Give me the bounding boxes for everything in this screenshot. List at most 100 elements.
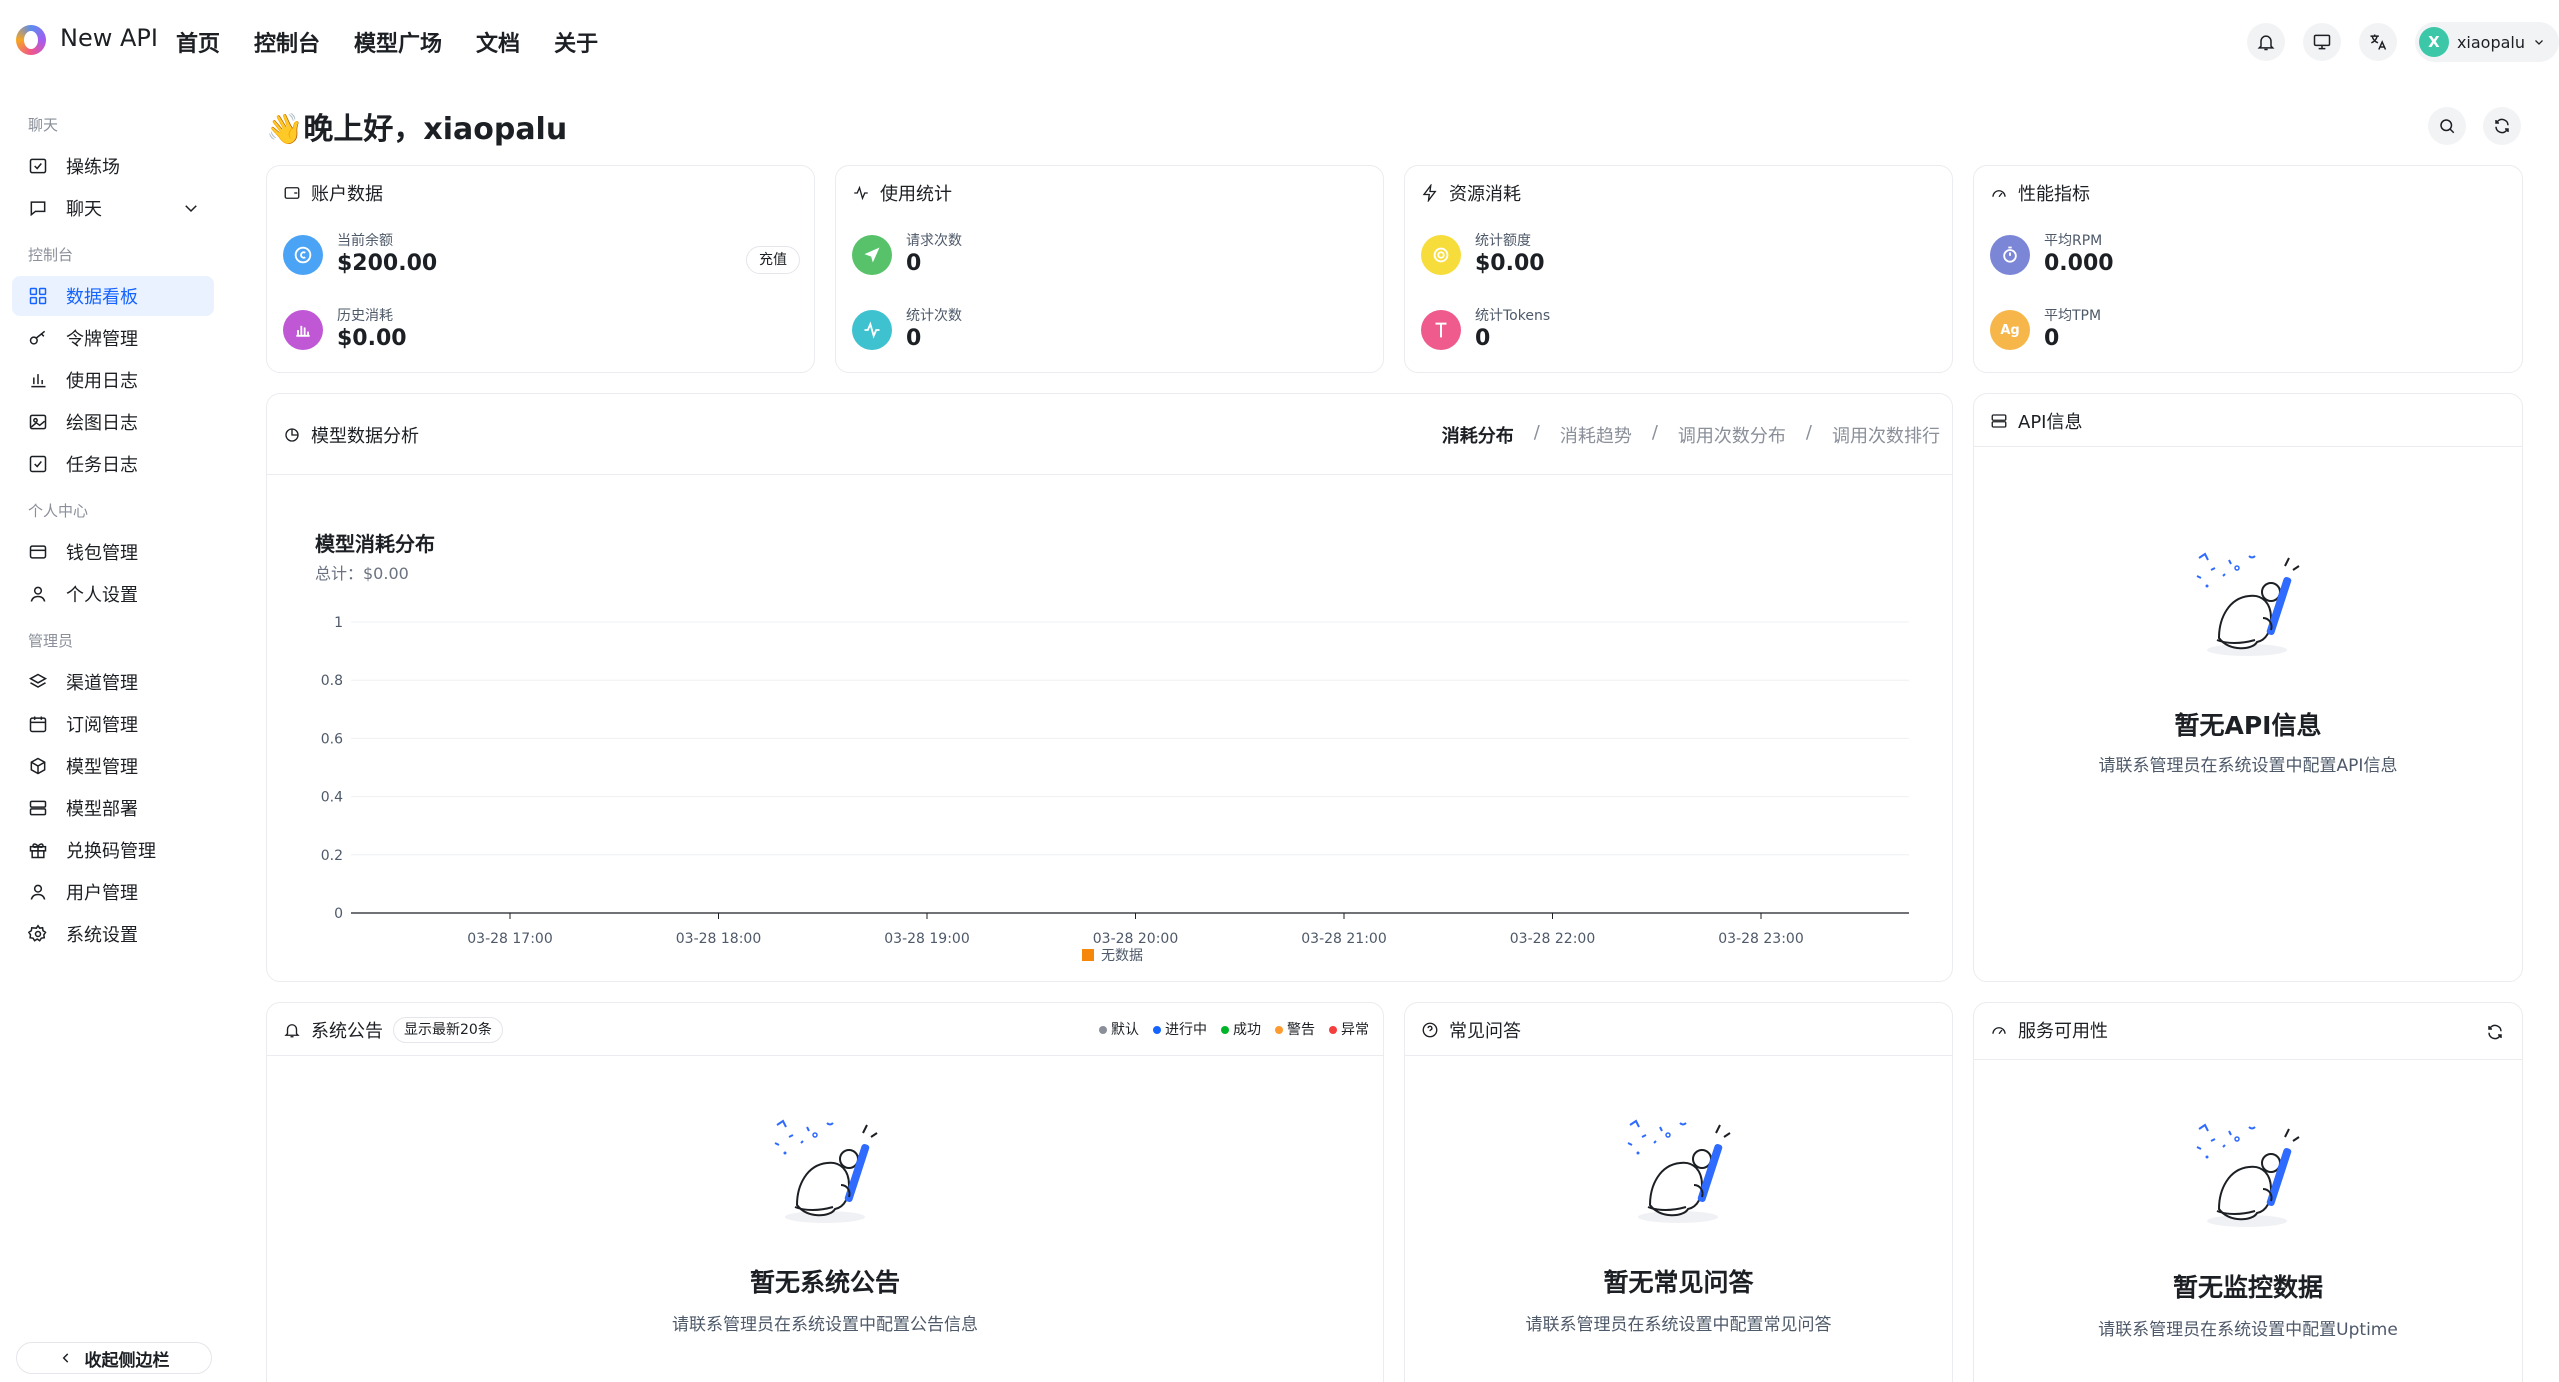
nav-model-square[interactable]: 模型广场 bbox=[354, 26, 442, 58]
notification-button[interactable] bbox=[2246, 23, 2285, 61]
sidebar-item-personal-settings[interactable]: 个人设置 bbox=[12, 574, 214, 614]
gauge-icon bbox=[1992, 1027, 2006, 1035]
sidebar-item-label: 用户管理 bbox=[66, 883, 138, 904]
chevron-down-icon[interactable] bbox=[182, 199, 200, 217]
sidebar-item-channels[interactable]: 渠道管理 bbox=[12, 662, 214, 702]
sidebar-item-label: 任务日志 bbox=[66, 455, 138, 476]
stat-label: 统计Tokens bbox=[1475, 308, 1551, 324]
server-icon bbox=[1991, 414, 2007, 428]
user-menu[interactable]: X xiaopalu bbox=[2414, 22, 2559, 62]
sidebar-item-playground[interactable]: 操练场 bbox=[12, 146, 214, 186]
card-header: 系统公告 显示最新20条 bbox=[283, 1017, 503, 1043]
refresh-button[interactable] bbox=[2483, 107, 2521, 145]
logo-icon[interactable] bbox=[16, 25, 46, 55]
sidebar-item-label: 绘图日志 bbox=[66, 413, 138, 434]
stat-label: 历史消耗 bbox=[337, 308, 393, 324]
theme-button[interactable] bbox=[2302, 23, 2341, 61]
x-tick-label: 03-28 20:00 bbox=[1093, 931, 1178, 947]
stat-label: 当前余额 bbox=[337, 233, 393, 249]
stat-value: 0 bbox=[906, 251, 922, 276]
gift-icon bbox=[29, 843, 47, 859]
sidebar-group-admin: 管理员 bbox=[28, 632, 74, 650]
sidebar-item-label: 操练场 bbox=[66, 157, 120, 178]
nav-console[interactable]: 控制台 bbox=[254, 26, 320, 58]
model-analysis-card: 模型数据分析 消耗分布 / 消耗趋势 / 调用次数分布 / 调用次数排行 模型消… bbox=[266, 393, 1953, 982]
send-icon bbox=[852, 235, 892, 275]
collapse-sidebar-button[interactable]: 收起侧边栏 bbox=[16, 1342, 212, 1374]
sidebar-item-label: 数据看板 bbox=[66, 287, 138, 308]
nav-docs[interactable]: 文档 bbox=[476, 26, 520, 58]
stat-value: 0.000 bbox=[2044, 251, 2114, 276]
language-button[interactable] bbox=[2358, 23, 2397, 61]
consumption-chart: 1 0.8 0.6 0.4 0.2 0 03-28 17:00 03-28 18:00 03-2… bbox=[321, 615, 1909, 964]
history-stat: 历史消耗 $0.00 bbox=[283, 307, 407, 353]
sidebar-item-label: 令牌管理 bbox=[66, 329, 138, 350]
notice-status-legend: 默认 进行中 成功 警告 异常 bbox=[1099, 1019, 1369, 1039]
nav-home[interactable]: 首页 bbox=[176, 26, 220, 58]
resource-card: 资源消耗 统计额度 $0.00 统计Tokens 0 bbox=[1404, 165, 1953, 373]
sidebar-item-wallet[interactable]: 钱包管理 bbox=[12, 532, 214, 572]
sidebar-item-dashboard[interactable]: 数据看板 bbox=[12, 276, 214, 316]
sidebar-item-chat[interactable]: 聊天 bbox=[12, 188, 214, 228]
card-title: 服务可用性 bbox=[2018, 1021, 2108, 1042]
sidebar-item-drawing-logs[interactable]: 绘图日志 bbox=[12, 402, 214, 442]
x-tick-label: 03-28 21:00 bbox=[1301, 931, 1386, 947]
card-header: 使用统计 bbox=[852, 180, 952, 206]
chevron-down-icon bbox=[2535, 40, 2543, 45]
card-header: API信息 bbox=[1990, 408, 2082, 434]
x-tick-label: 03-28 17:00 bbox=[467, 931, 552, 947]
empty-description: 请联系管理员在系统设置中配置Uptime bbox=[2098, 1320, 2398, 1340]
card-title: 账户数据 bbox=[311, 184, 383, 205]
card-title: 性能指标 bbox=[2018, 184, 2090, 205]
x-tick-label: 03-28 22:00 bbox=[1510, 931, 1595, 947]
legend-warning: 警告 bbox=[1275, 1019, 1315, 1039]
brand-name[interactable]: New API bbox=[60, 24, 158, 52]
monitor-icon bbox=[29, 158, 47, 174]
gauge-icon bbox=[1992, 190, 2006, 198]
request-count-stat: 请求次数 0 bbox=[852, 232, 962, 278]
divider bbox=[1405, 1055, 1952, 1056]
sidebar-item-task-logs[interactable]: 任务日志 bbox=[12, 444, 214, 484]
tpm-stat: Ag 平均TPM 0 bbox=[1990, 307, 2101, 353]
sidebar-item-deployment[interactable]: 模型部署 bbox=[12, 788, 214, 828]
x-tick-label: 03-28 18:00 bbox=[676, 931, 761, 947]
empty-description: 请联系管理员在系统设置中配置API信息 bbox=[2098, 756, 2398, 776]
sidebar-item-label: 订阅管理 bbox=[66, 715, 138, 736]
top-right-tools: X xiaopalu bbox=[2246, 22, 2559, 62]
bar-chart-icon bbox=[283, 310, 323, 350]
refresh-icon[interactable] bbox=[2486, 1023, 2504, 1041]
sidebar-item-subscriptions[interactable]: 订阅管理 bbox=[12, 704, 214, 744]
empty-illustration bbox=[1627, 1119, 1731, 1223]
refresh-icon bbox=[2495, 118, 2509, 134]
user-icon bbox=[30, 884, 46, 900]
latest-count-badge: 显示最新20条 bbox=[393, 1017, 503, 1043]
sidebar-item-usage-logs[interactable]: 使用日志 bbox=[12, 360, 214, 400]
sidebar-item-users[interactable]: 用户管理 bbox=[12, 872, 214, 912]
stat-value: $0.00 bbox=[1475, 251, 1545, 276]
search-button[interactable] bbox=[2428, 107, 2466, 145]
translate-icon bbox=[2370, 34, 2387, 50]
sidebar-item-models[interactable]: 模型管理 bbox=[12, 746, 214, 786]
sidebar-item-tokens[interactable]: 令牌管理 bbox=[12, 318, 214, 358]
stat-label: 统计次数 bbox=[906, 308, 962, 324]
wallet-icon bbox=[29, 545, 47, 559]
y-tick-label: 0.2 bbox=[321, 848, 343, 864]
recharge-button[interactable]: 充值 bbox=[746, 246, 800, 274]
nav-about[interactable]: 关于 bbox=[554, 26, 598, 58]
page-title: 👋晚上好，xiaopalu bbox=[266, 112, 568, 147]
sidebar-item-system-settings[interactable]: 系统设置 bbox=[12, 914, 214, 954]
stat-label: 统计额度 bbox=[1475, 233, 1531, 249]
sidebar-item-redeem[interactable]: 兑换码管理 bbox=[12, 830, 214, 870]
sidebar-item-label: 使用日志 bbox=[66, 371, 138, 392]
quota-stat: 统计额度 $0.00 bbox=[1421, 232, 1545, 278]
account-card: 账户数据 当前余额 $200.00 充值 历史消耗 $0.00 bbox=[266, 165, 815, 373]
card-header: 性能指标 bbox=[1990, 180, 2090, 206]
legend-default: 默认 bbox=[1099, 1019, 1139, 1039]
faq-card: 常见问答 暂无常见问答 请联系管理员在系统设置中配置常见问答 bbox=[1404, 1002, 1953, 1382]
empty-illustration bbox=[2196, 1123, 2300, 1227]
bar-chart-icon bbox=[31, 374, 46, 388]
sidebar-item-label: 个人设置 bbox=[66, 585, 138, 606]
legend-in-progress: 进行中 bbox=[1153, 1019, 1207, 1039]
card-title: 系统公告 bbox=[311, 1021, 383, 1042]
performance-card: 性能指标 平均RPM 0.000 Ag 平均TPM 0 bbox=[1973, 165, 2523, 373]
